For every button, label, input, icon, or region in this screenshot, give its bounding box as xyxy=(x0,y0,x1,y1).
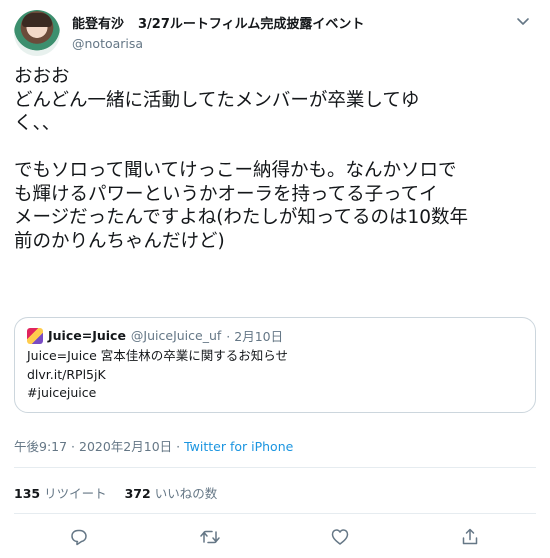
avatar[interactable] xyxy=(14,10,60,56)
heart-icon[interactable] xyxy=(329,526,351,548)
tweet-text-line: でもソロって聞いてけっこー納得かも。なんかソロで xyxy=(14,160,457,181)
retweet-icon[interactable] xyxy=(199,526,221,548)
chevron-down-icon[interactable] xyxy=(514,12,532,30)
tweet-text: おおお どんどん一緒に活動してたメンバーが卒業してゆ く、、 でもソロって聞いて… xyxy=(14,65,536,253)
quoted-date: · 2月10日 xyxy=(226,329,284,344)
tweet-text-line: どんどん一緒に活動してたメンバーが卒業してゆ xyxy=(14,89,420,111)
quoted-avatar xyxy=(27,327,43,344)
tweet-header: 能登有沙 3/27ルートフィルム完成披露イベント @notoarisa xyxy=(14,8,536,56)
divider xyxy=(14,467,536,468)
divider xyxy=(14,513,536,514)
likes-label: いいねの数 xyxy=(154,486,218,501)
quoted-hashtag: #juicejuice xyxy=(27,385,97,400)
tweet-text-line: おおお xyxy=(14,66,70,87)
tweet-timestamp-row: 午後9:17 · 2020年2月10日 · Twitter for iPhone xyxy=(14,436,293,455)
retweets-label: リツイート xyxy=(44,486,107,501)
quoted-tweet-header: Juice=Juice @JuiceJuice_uf · 2月10日 xyxy=(27,326,283,345)
likes-count: 372 xyxy=(124,486,151,501)
display-name-suffix[interactable]: 3/27ルートフィルム完成披露イベント xyxy=(138,17,364,32)
retweets-count: 135 xyxy=(14,486,41,501)
quoted-tweet-text: Juice=Juice 宮本佳林の卒業に関するお知らせ dlvr.it/RPl5… xyxy=(27,347,288,403)
user-handle[interactable]: @notoarisa xyxy=(72,36,143,51)
display-name[interactable]: 能登有沙 xyxy=(72,17,124,32)
tweet-timestamp[interactable]: 午後9:17 · 2020年2月10日 · xyxy=(14,439,180,454)
tweet-text-line: く、、 xyxy=(14,113,61,134)
quoted-link: dlvr.it/RPl5jK xyxy=(27,366,106,382)
author-name-row[interactable]: 能登有沙 3/27ルートフィルム完成披露イベント xyxy=(72,13,364,32)
tweet-text-line: メージだったんですよね(わたしが知ってるのは10数年 xyxy=(14,207,469,228)
retweets-stat[interactable]: 135 リツイート xyxy=(14,486,107,501)
quoted-handle: @JuiceJuice_uf xyxy=(130,328,222,343)
tweet-source[interactable]: Twitter for iPhone xyxy=(184,439,293,454)
share-icon[interactable] xyxy=(459,526,481,548)
tweet-text-line: も輝けるパワーというかオーラを持ってる子ってイ xyxy=(14,183,438,205)
quoted-text-line: Juice=Juice 宮本佳林の卒業に関するお知らせ xyxy=(27,348,288,363)
likes-stat[interactable]: 372 いいねの数 xyxy=(125,486,218,501)
tweet-stats: 135 リツイート 372 いいねの数 xyxy=(14,483,217,502)
quoted-display-name: Juice=Juice xyxy=(48,328,126,343)
reply-icon[interactable] xyxy=(68,526,90,548)
tweet-actions xyxy=(0,522,550,550)
tweet-text-line: 前のかりんちゃんだけど) xyxy=(14,230,225,252)
quoted-tweet[interactable]: Juice=Juice @JuiceJuice_uf · 2月10日 Juice… xyxy=(14,317,536,413)
